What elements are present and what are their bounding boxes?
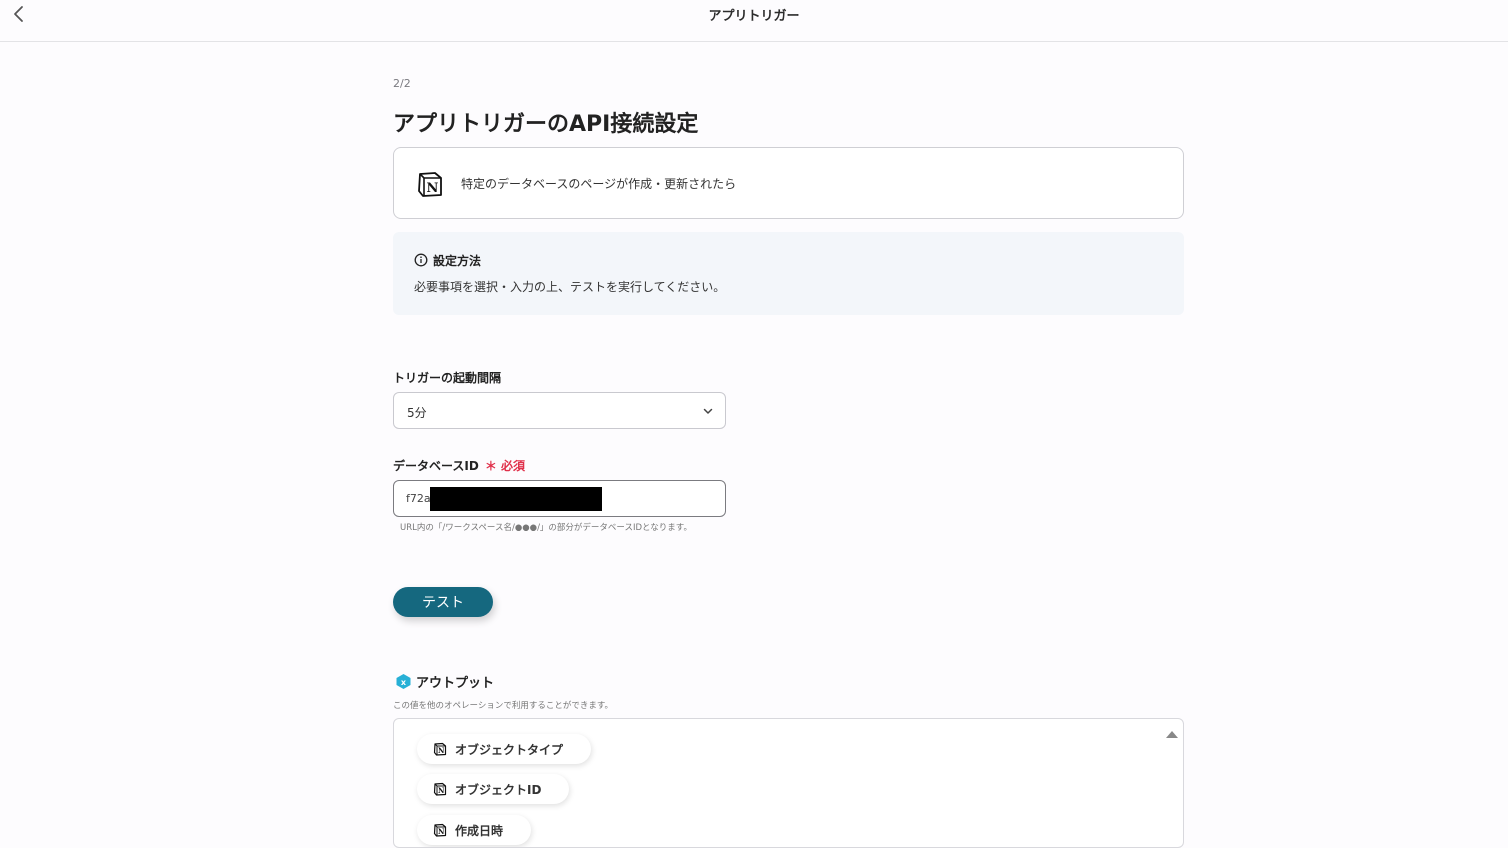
svg-text:x: x <box>401 678 407 687</box>
step-indicator: 2/2 <box>393 77 411 90</box>
svg-text:N: N <box>427 181 439 196</box>
output-item[interactable]: N オブジェクトタイプ <box>417 734 592 764</box>
chevron-down-icon <box>703 408 713 414</box>
notion-icon: N <box>433 782 447 796</box>
main-content: 2/2 アプリトリガーのAPI接続設定 N 特定のデータベースのページが作成・更… <box>393 0 1184 848</box>
output-title: アウトプット <box>416 676 495 691</box>
svg-text:N: N <box>438 786 445 795</box>
redaction-block <box>430 487 602 511</box>
notion-icon: N <box>418 172 442 197</box>
database-id-hint: URL内の「/ワークスペース名/●●●/」の部分がデータベースIDとなります。 <box>400 523 692 533</box>
database-id-input[interactable]: f72a <box>393 480 726 517</box>
required-badge: ＊ 必須 <box>484 459 526 473</box>
output-description: この値を他のオペレーションで利用することができます。 <box>393 701 613 711</box>
test-button[interactable]: テスト <box>393 587 493 617</box>
info-box: 設定方法 必要事項を選択・入力の上、テストを実行してください。 <box>393 232 1184 315</box>
output-item[interactable]: N オブジェクトID <box>417 774 570 804</box>
database-id-value: f72a <box>406 492 431 505</box>
trigger-card: N 特定のデータベースのページが作成・更新されたら <box>393 147 1184 219</box>
database-id-label-row: データベースID ＊ 必須 <box>393 457 525 474</box>
output-item[interactable]: N 作成日時 <box>417 815 532 845</box>
svg-text:N: N <box>438 746 445 755</box>
interval-label: トリガーの起動間隔 <box>393 371 502 385</box>
database-id-label: データベースID <box>393 459 479 473</box>
svg-text:N: N <box>438 827 445 836</box>
output-item-label: 作成日時 <box>455 823 504 838</box>
notion-icon: N <box>433 823 447 837</box>
scroll-up-icon[interactable] <box>1165 729 1179 739</box>
info-title: 設定方法 <box>433 254 482 268</box>
interval-value: 5分 <box>407 406 427 420</box>
output-item-label: オブジェクトタイプ <box>455 742 564 757</box>
info-icon <box>414 253 428 267</box>
output-icon: x <box>396 674 411 689</box>
info-text: 必要事項を選択・入力の上、テストを実行してください。 <box>414 280 726 294</box>
output-item-label: オブジェクトID <box>455 782 542 797</box>
trigger-description: 特定のデータベースのページが作成・更新されたら <box>461 177 737 191</box>
interval-select[interactable]: 5分 <box>393 392 726 429</box>
page-title: アプリトリガーのAPI接続設定 <box>393 112 699 137</box>
notion-icon: N <box>433 742 447 756</box>
output-panel[interactable]: N オブジェクトタイプ N オブジェクトID N 作成日時 <box>393 718 1184 848</box>
